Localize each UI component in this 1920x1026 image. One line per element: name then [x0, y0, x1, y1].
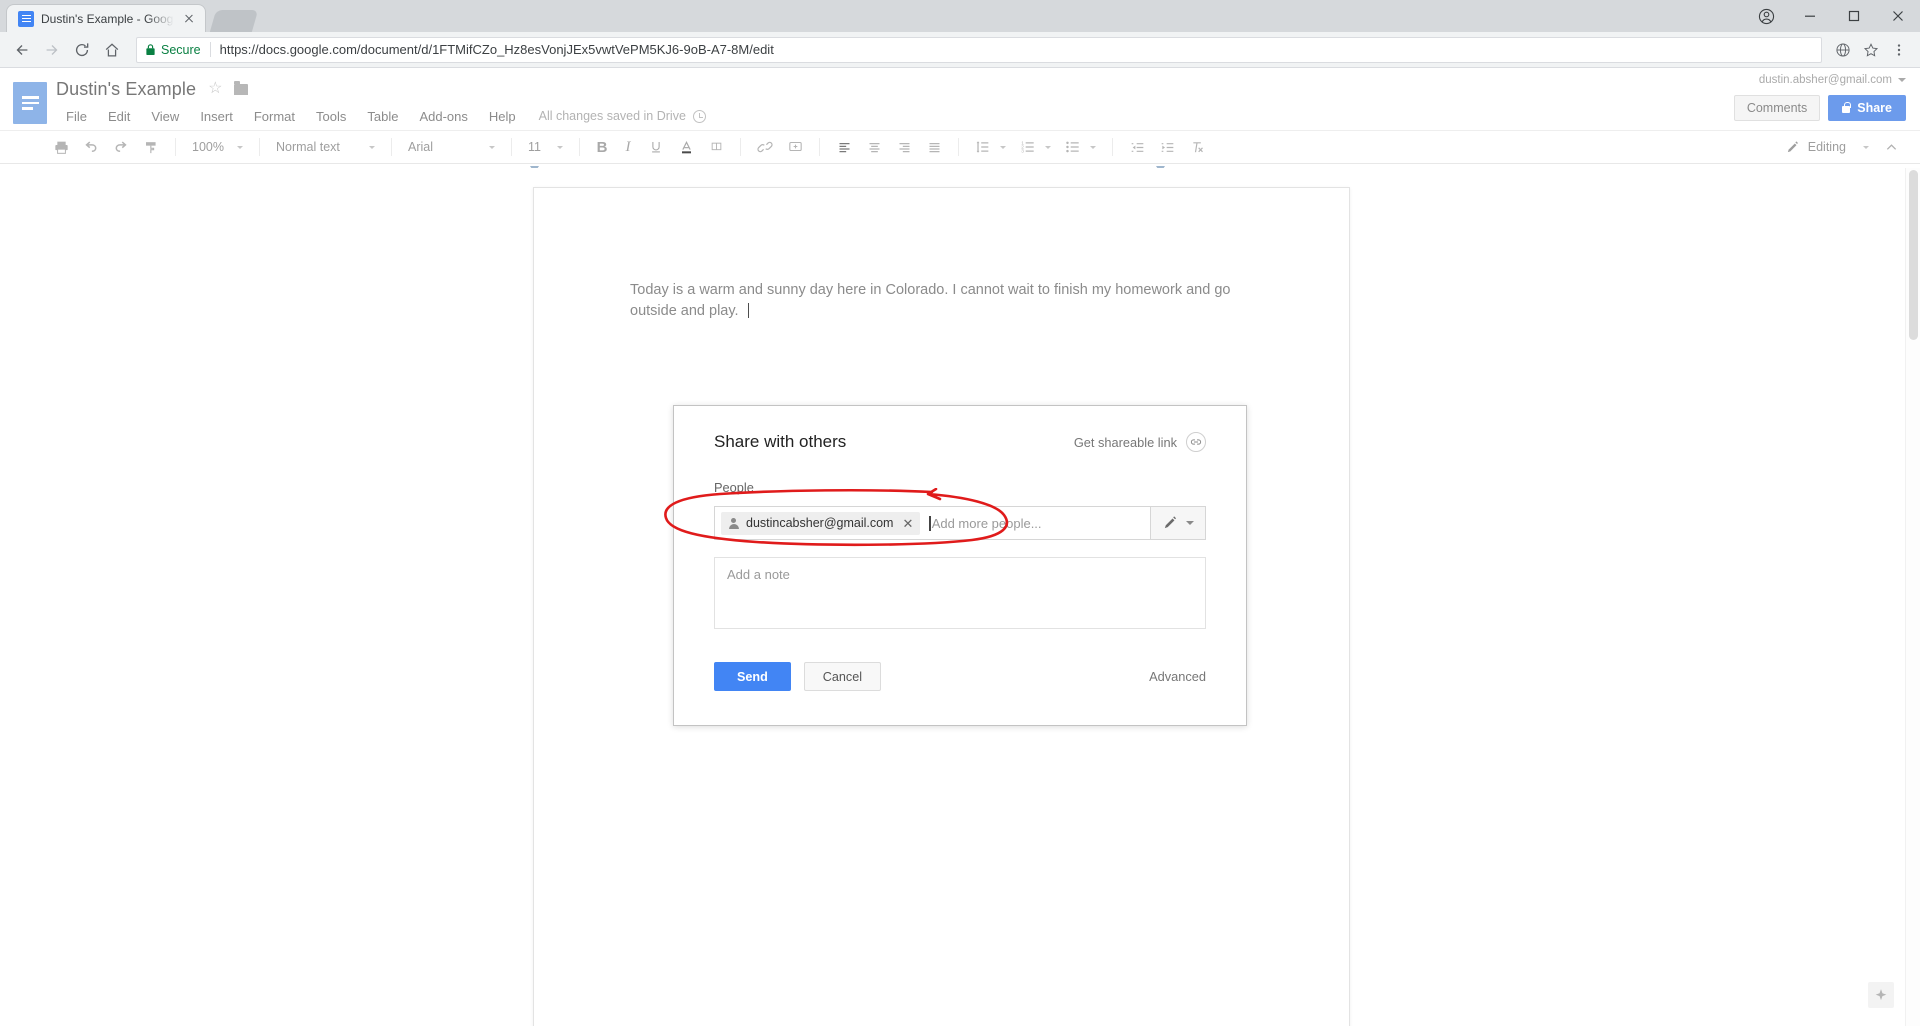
chain-link-icon [1186, 432, 1206, 452]
note-placeholder: Add a note [727, 567, 790, 582]
note-textarea[interactable]: Add a note [714, 557, 1206, 629]
chevron-down-icon [1186, 521, 1194, 525]
get-shareable-link-button[interactable]: Get shareable link [1074, 432, 1206, 452]
people-label: People [714, 480, 754, 495]
add-people-placeholder: Add more people... [931, 515, 1042, 531]
cancel-button[interactable]: Cancel [803, 662, 881, 691]
person-chip-email: dustincabsher@gmail.com [746, 516, 894, 530]
pencil-icon [1162, 515, 1178, 531]
close-x-icon[interactable]: ✕ [900, 517, 913, 530]
person-icon [728, 517, 739, 529]
people-input-row: dustincabsher@gmail.com ✕ Add more peopl… [714, 506, 1206, 540]
share-dialog-overlay: Share with others Get shareable link Peo… [0, 0, 1920, 1026]
share-dialog: Share with others Get shareable link Peo… [673, 405, 1247, 726]
permission-dropdown-button[interactable] [1150, 506, 1206, 540]
chrome-browser-window: Dustin's Example - Goog Secure https://d… [0, 0, 1920, 1026]
people-input-box[interactable]: dustincabsher@gmail.com ✕ Add more peopl… [714, 506, 1150, 540]
advanced-link[interactable]: Advanced [1149, 669, 1206, 684]
get-shareable-link-label: Get shareable link [1073, 434, 1177, 450]
share-dialog-title: Share with others [714, 432, 847, 451]
text-cursor [929, 515, 931, 531]
add-people-input[interactable]: Add more people... [929, 513, 1144, 533]
person-chip[interactable]: dustincabsher@gmail.com ✕ [721, 511, 921, 535]
send-button[interactable]: Send [714, 662, 791, 691]
